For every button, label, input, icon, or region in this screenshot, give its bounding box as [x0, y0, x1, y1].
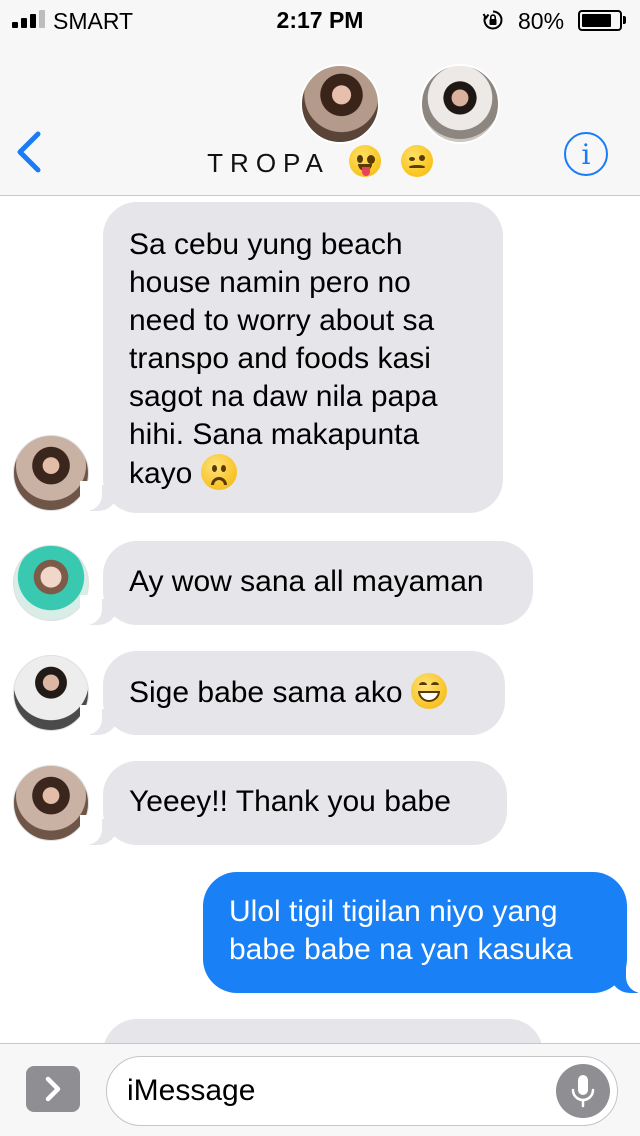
microphone-button[interactable] — [556, 1064, 610, 1118]
app-drawer-button[interactable] — [26, 1066, 80, 1112]
microphone-icon — [571, 1075, 595, 1108]
incoming-message[interactable]: Ay wow sana all mayaman — [103, 541, 533, 625]
info-button[interactable]: i — [564, 132, 608, 176]
message-line: Yeeey!! Thank you babe — [129, 785, 451, 818]
message-line: need to worry about sa — [129, 304, 435, 337]
message-line: transpo and foods kasi — [129, 342, 431, 375]
group-avatars[interactable] — [300, 64, 500, 148]
compose-bar: iMessage — [0, 1043, 640, 1136]
message-input-placeholder: iMessage — [127, 1074, 256, 1107]
zany-face-emoji-icon — [348, 145, 381, 177]
message-line: babe babe na yan kasuka — [229, 933, 573, 966]
incoming-message-partial[interactable] — [103, 1019, 543, 1043]
message-line: house namin pero no — [129, 266, 411, 299]
group-name: TROPA — [207, 148, 329, 178]
sender-avatar[interactable] — [13, 545, 89, 621]
message-line: Ulol tigil tigilan niyo yang — [229, 895, 558, 928]
conversation-header: TROPA i — [0, 40, 640, 196]
message-line: Ay wow sana all mayaman — [129, 565, 484, 598]
woozy-face-emoji-icon — [400, 145, 433, 177]
message-list[interactable]: Sa cebu yung beach house namin pero no n… — [0, 197, 640, 1043]
battery-nub — [623, 16, 626, 24]
message-line: kayo — [129, 457, 193, 490]
app-drawer-chevron-icon — [45, 1076, 61, 1102]
sender-avatar[interactable] — [13, 655, 89, 731]
message-input[interactable]: iMessage — [106, 1056, 618, 1126]
message-line: sagot na daw nila papa — [129, 380, 438, 413]
orientation-lock-icon — [482, 10, 503, 30]
grinning-face-emoji-icon — [410, 673, 447, 709]
status-bar: SMART 2:17 PM 80% — [0, 0, 640, 40]
incoming-message[interactable]: Yeeey!! Thank you babe — [103, 761, 507, 845]
message-line: hihi. Sana makapunta — [129, 418, 420, 451]
battery-icon — [578, 10, 622, 31]
incoming-message[interactable]: Sa cebu yung beach house namin pero no n… — [103, 202, 503, 513]
message-line: Sige babe sama ako — [129, 676, 403, 709]
group-member-avatar — [300, 64, 380, 144]
sender-avatar[interactable] — [13, 435, 89, 511]
sender-avatar[interactable] — [13, 765, 89, 841]
frowning-face-emoji-icon — [200, 454, 237, 490]
group-member-avatar — [420, 64, 500, 144]
group-title[interactable]: TROPA — [0, 145, 640, 179]
battery-percent: 80% — [518, 8, 565, 34]
outgoing-message[interactable]: Ulol tigil tigilan niyo yang babe babe n… — [203, 872, 627, 993]
info-icon: i — [581, 138, 591, 171]
message-line: Sa cebu yung beach — [129, 228, 403, 261]
incoming-message[interactable]: Sige babe sama ako — [103, 651, 505, 735]
